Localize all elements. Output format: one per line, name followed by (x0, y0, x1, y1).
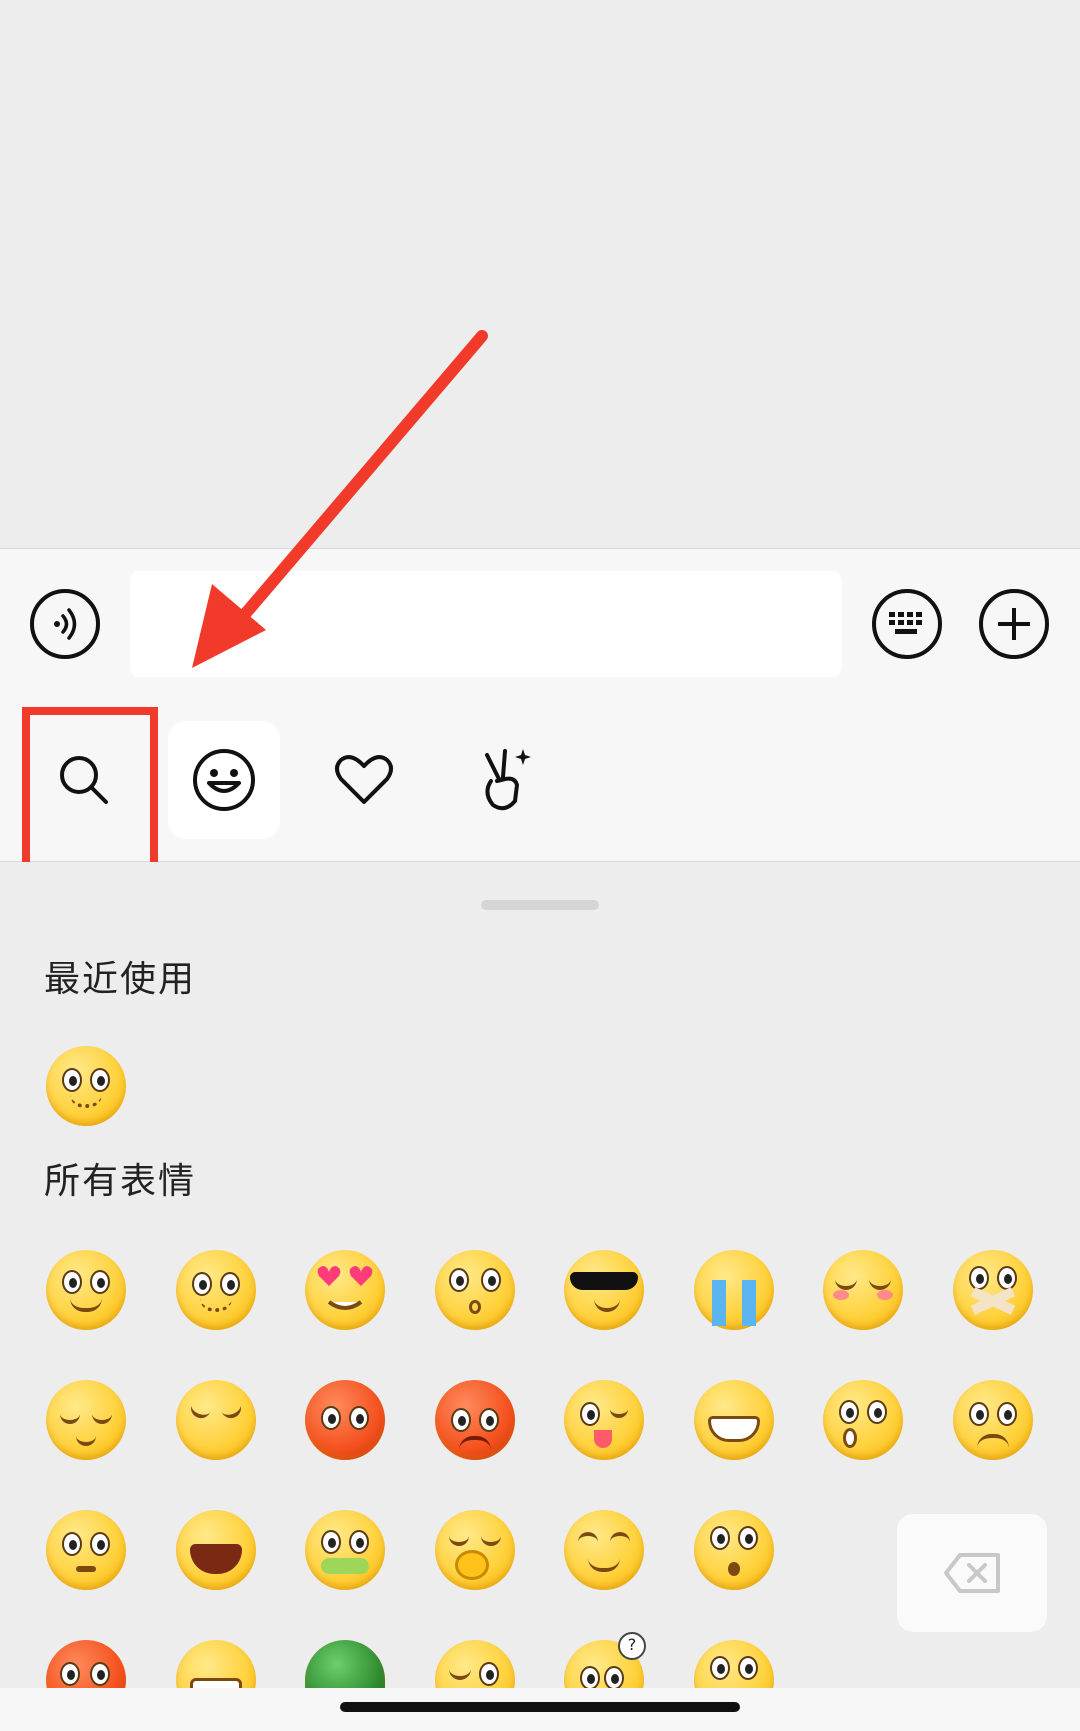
backspace-icon (944, 1553, 1000, 1593)
delete-button[interactable] (897, 1514, 1047, 1632)
voice-icon (54, 608, 77, 640)
emoji-row4-1[interactable] (46, 1640, 126, 1688)
recent-section-title: 最近使用 (44, 959, 197, 1000)
emoji-tears[interactable] (176, 1380, 256, 1460)
smiley-icon (193, 749, 255, 811)
add-button[interactable] (979, 589, 1049, 659)
emoji-shocked[interactable] (435, 1250, 515, 1330)
home-indicator[interactable] (340, 1702, 740, 1712)
emoji-nauseous[interactable] (305, 1510, 385, 1590)
emoji-astonished[interactable] (694, 1510, 774, 1590)
message-input[interactable] (130, 571, 842, 677)
emoji-silent[interactable] (953, 1250, 1033, 1330)
input-bar (0, 548, 1080, 873)
drag-handle[interactable] (481, 900, 599, 910)
emoji-row4-helmet[interactable] (305, 1640, 385, 1688)
tab-favorites[interactable] (308, 721, 420, 839)
emoji-row4-2[interactable] (176, 1640, 256, 1688)
emoji-embarrassed[interactable] (305, 1380, 385, 1460)
emoji-smile[interactable] (46, 1250, 126, 1330)
emoji-grin[interactable] (694, 1380, 774, 1460)
heart-icon (335, 755, 393, 804)
plus-circle-icon (998, 608, 1030, 640)
emoji-laughing-cry[interactable] (176, 1510, 256, 1590)
emoji-wink[interactable] (564, 1380, 644, 1460)
tab-emoji[interactable] (168, 721, 280, 839)
search-highlight-box (22, 707, 158, 873)
emoji-angry[interactable] (435, 1380, 515, 1460)
emoji-heart-eyes[interactable] (305, 1250, 385, 1330)
emoji-cool[interactable] (564, 1250, 644, 1330)
emoji-sleepy[interactable] (46, 1380, 126, 1460)
emoji-happy[interactable] (564, 1510, 644, 1590)
emoji-thinking[interactable] (435, 1510, 515, 1590)
chat-area (0, 0, 1080, 548)
victory-hand-icon (485, 749, 531, 811)
voice-button[interactable] (30, 589, 100, 659)
bottom-bar (0, 1688, 1080, 1731)
emoji-sad[interactable] (176, 1250, 256, 1330)
emoji-surprised[interactable] (823, 1380, 903, 1460)
emoji-row4-4[interactable] (435, 1640, 515, 1688)
emoji-frown[interactable] (953, 1380, 1033, 1460)
keyboard-icon (889, 612, 922, 634)
emoji-row4-question[interactable]: ? (564, 1632, 646, 1688)
emoji-shy[interactable] (823, 1250, 903, 1330)
emoji-row4-6[interactable] (694, 1640, 774, 1688)
tab-stickers[interactable] (448, 721, 560, 839)
emoji-recent-worried[interactable] (46, 1046, 126, 1126)
all-section-title: 所有表情 (44, 1161, 197, 1202)
emoji-blush[interactable] (46, 1510, 126, 1590)
emoji-crying[interactable] (694, 1250, 774, 1330)
keyboard-button[interactable] (872, 589, 942, 659)
